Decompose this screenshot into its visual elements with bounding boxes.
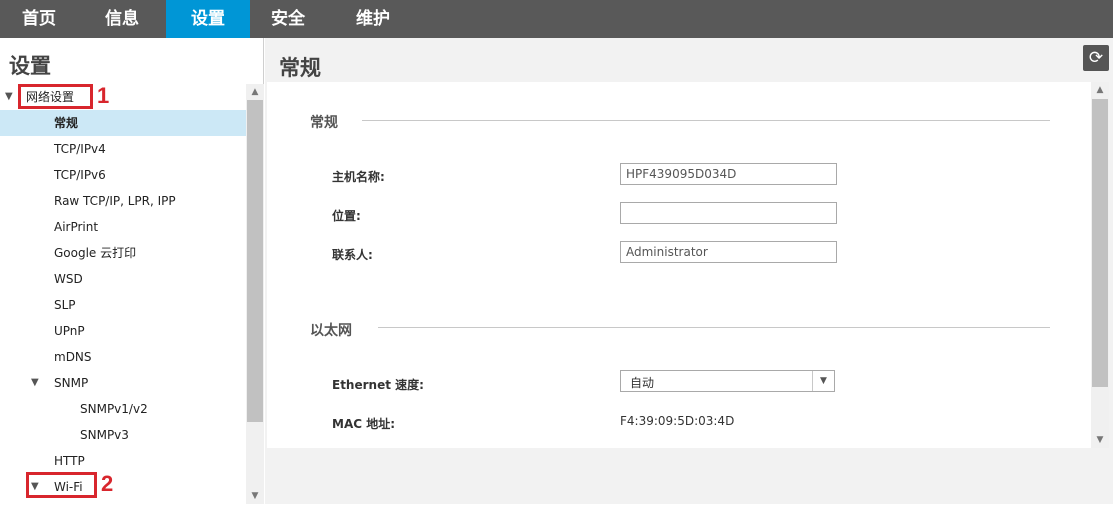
tree-item[interactable]: mDNS [0, 344, 246, 370]
scroll-down-icon[interactable]: ▼ [1091, 432, 1109, 448]
tree-item[interactable]: TCP/IPv4 [0, 136, 246, 162]
annotation-number: 2 [101, 471, 114, 496]
section-title-ethernet: 以太网 [310, 323, 352, 339]
tree-item-label: SNMP [54, 376, 89, 390]
tab-info[interactable]: 信息 [78, 0, 166, 38]
settings-sidebar: 设置 ▼ 网络设置 1 常规 TCP/IPv4 TCP/IPv6 Raw TCP/IP, L… [0, 38, 264, 504]
annotation-box [18, 84, 93, 109]
tree-item[interactable]: Raw TCP/IP, LPR, IPP [0, 188, 246, 214]
hostname-label: 主机名称: [332, 170, 385, 184]
refresh-icon: ⟳ [1088, 48, 1104, 68]
tree-item-label: Google 云打印 [54, 246, 137, 260]
tree-item-label: WSD [54, 272, 83, 286]
tree-item-label: 常规 [54, 116, 79, 130]
sidebar-title: 设置 [9, 54, 51, 78]
section-divider [362, 120, 1050, 121]
refresh-button[interactable]: ⟳ [1083, 45, 1109, 71]
tree-item[interactable]: 常规 [0, 110, 246, 136]
annotation-box [26, 472, 97, 498]
mac-address-label: MAC 地址: [332, 417, 396, 431]
tree-item-label: SNMPv3 [80, 428, 129, 442]
content-area: 常规 主机名称: 位置: 联系人: 以太网 Ethernet 速度: 自动 ▼ … [267, 82, 1093, 448]
sidebar-scrollbar[interactable]: ▲ ▼ [246, 84, 264, 504]
tree-item-label: HTTP [54, 454, 85, 468]
annotation-number: 1 [97, 84, 110, 108]
tree-item-label: UPnP [54, 324, 85, 338]
tree-item-label: SLP [54, 298, 76, 312]
tree-item-label: mDNS [54, 350, 92, 364]
tab-security[interactable]: 安全 [250, 0, 326, 38]
tree-item[interactable]: UPnP [0, 318, 246, 344]
scroll-up-icon[interactable]: ▲ [246, 84, 264, 100]
tab-settings[interactable]: 设置 [166, 0, 250, 38]
chevron-down-icon[interactable]: ▼ [812, 371, 834, 391]
content-scrollbar[interactable]: ▲ ▼ [1091, 82, 1109, 448]
tree-item-label: SNMPv1/v2 [80, 402, 148, 416]
settings-tree: ▼ 网络设置 1 常规 TCP/IPv4 TCP/IPv6 Raw TCP/IP, LPR,… [0, 84, 246, 504]
tab-maintenance[interactable]: 维护 [326, 0, 420, 38]
tree-item-label: AirPrint [54, 220, 99, 234]
tree-item[interactable]: TCP/IPv6 [0, 162, 246, 188]
tree-item[interactable]: SLP [0, 292, 246, 318]
tree-item[interactable]: AirPrint [0, 214, 246, 240]
expand-triangle-icon[interactable]: ▼ [5, 84, 13, 110]
location-input[interactable] [620, 202, 837, 224]
tree-item[interactable]: ▼ SNMP [0, 370, 246, 396]
ethernet-speed-label: Ethernet 速度: [332, 378, 424, 392]
scroll-up-icon[interactable]: ▲ [1091, 82, 1109, 98]
tab-home[interactable]: 首页 [0, 0, 78, 38]
hostname-input[interactable] [620, 163, 837, 185]
ethernet-speed-select[interactable]: 自动 ▼ [620, 370, 835, 392]
scrollbar-thumb[interactable] [247, 100, 263, 422]
scroll-down-icon[interactable]: ▼ [246, 488, 264, 504]
main-panel: 常规 ⟳ 常规 主机名称: 位置: 联系人: 以太网 Ethernet 速度: … [265, 38, 1113, 504]
top-navigation: 首页 信息 设置 安全 维护 [0, 0, 1113, 38]
tree-item[interactable]: SNMPv1/v2 [0, 396, 246, 422]
ethernet-speed-value: 自动 [630, 376, 655, 390]
tree-item[interactable]: HTTP [0, 448, 246, 474]
contact-label: 联系人: [332, 248, 373, 262]
location-label: 位置: [332, 209, 361, 223]
tree-item[interactable]: SNMPv3 [0, 422, 246, 448]
tree-item[interactable]: WSD [0, 266, 246, 292]
tree-item[interactable]: Google 云打印 [0, 240, 246, 266]
mac-address-value: F4:39:09:5D:03:4D [620, 414, 735, 428]
scrollbar-thumb[interactable] [1092, 99, 1108, 387]
section-divider [378, 327, 1050, 328]
tree-item-label: TCP/IPv4 [54, 142, 106, 156]
page-title: 常规 [279, 56, 321, 80]
tree-item-label: Raw TCP/IP, LPR, IPP [54, 194, 176, 208]
tree-item-label: TCP/IPv6 [54, 168, 106, 182]
contact-input[interactable] [620, 241, 837, 263]
section-title-general: 常规 [310, 115, 338, 131]
expand-triangle-icon[interactable]: ▼ [31, 370, 39, 396]
